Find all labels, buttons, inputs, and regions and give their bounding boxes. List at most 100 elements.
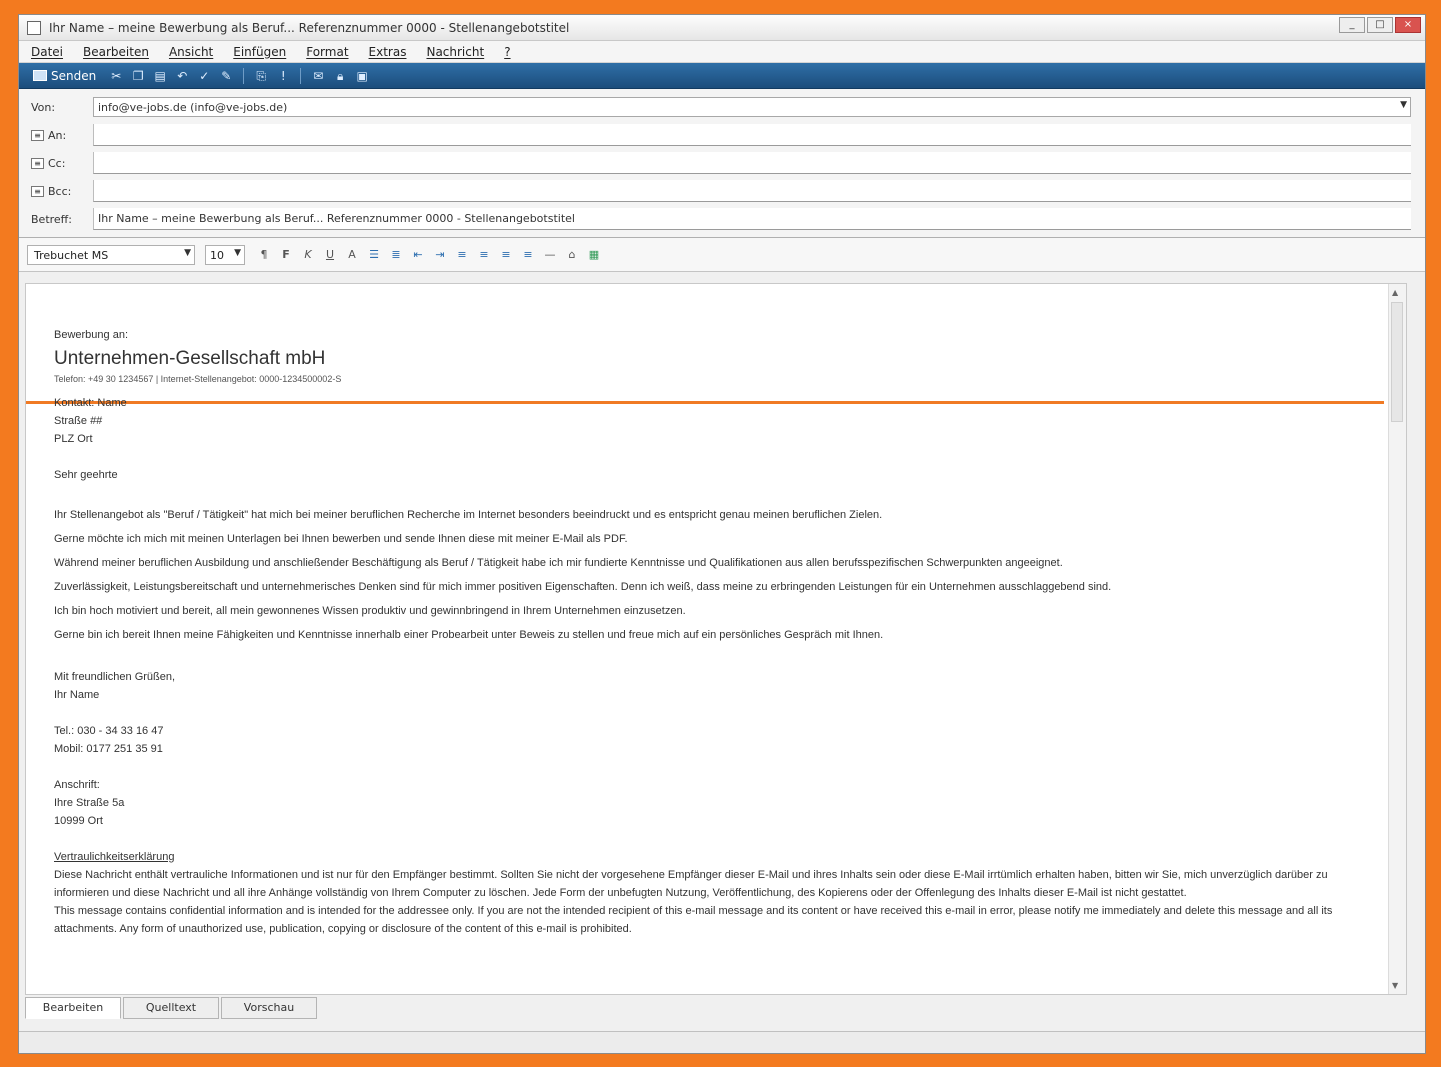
align-right-icon[interactable]: ≡ [497, 246, 515, 264]
confidentiality-title: Vertraulichkeitserklärung [54, 851, 175, 863]
menu-edit[interactable]: Bearbeiten [83, 45, 149, 59]
subject-input[interactable]: Ihr Name – meine Bewerbung als Beruf... … [93, 208, 1411, 230]
underline-icon[interactable]: U [321, 246, 339, 264]
title-bar[interactable]: Ihr Name – meine Bewerbung als Beruf... … [19, 15, 1425, 41]
insert-link-icon[interactable]: ⌂ [563, 246, 581, 264]
cc-label: Cc: [48, 156, 66, 170]
address-title: Anschrift: [54, 779, 100, 791]
close-button[interactable]: × [1395, 17, 1421, 33]
horizontal-line-icon[interactable]: — [541, 246, 559, 264]
from-value: info@ve-jobs.de (info@ve-jobs.de) [98, 101, 288, 114]
spell-icon[interactable]: ✎ [218, 68, 234, 84]
salutation: Sehr geehrte [54, 469, 118, 481]
bcc-row: ≡ Bcc: [19, 177, 1425, 205]
recipient-line: PLZ Ort [54, 433, 93, 445]
bcc-label: Bcc: [48, 184, 72, 198]
menu-view[interactable]: Ansicht [169, 45, 213, 59]
indent-icon[interactable]: ⇥ [431, 246, 449, 264]
confidentiality-en: This message contains confidential infor… [54, 905, 1333, 935]
menu-help[interactable]: ? [504, 45, 510, 59]
sign-icon[interactable]: ✉ [310, 68, 326, 84]
menu-message[interactable]: Nachricht [426, 45, 484, 59]
align-left-icon[interactable]: ≡ [453, 246, 471, 264]
menu-format[interactable]: Format [306, 45, 348, 59]
priority-icon[interactable]: ! [275, 68, 291, 84]
paragraph-style-icon[interactable]: ¶ [255, 246, 273, 264]
message-body-editor[interactable]: Bewerbung an: Unternehmen-Gesellschaft m… [25, 283, 1407, 995]
mail-compose-window: Ihr Name – meine Bewerbung als Beruf... … [18, 14, 1426, 1054]
scroll-up-icon[interactable]: ▲ [1392, 288, 1398, 297]
window-title: Ihr Name – meine Bewerbung als Beruf... … [49, 20, 570, 35]
to-input[interactable] [93, 124, 1411, 146]
encrypt-icon[interactable]: 🔒︎ [332, 68, 348, 84]
insert-image-icon[interactable]: ▦ [585, 246, 603, 264]
editor-tabs: Bearbeiten Quelltext Vorschau [25, 997, 319, 1021]
menu-tools[interactable]: Extras [369, 45, 407, 59]
cc-row: ≡ Cc: [19, 149, 1425, 177]
check-names-icon[interactable]: ✓ [196, 68, 212, 84]
to-label: An: [48, 128, 67, 142]
subject-label: Betreff: [31, 212, 72, 226]
paste-icon[interactable]: ▤ [152, 68, 168, 84]
address-book-icon: ≡ [31, 185, 44, 197]
bcc-input[interactable] [93, 180, 1411, 202]
address-line: Ihre Straße 5a [54, 797, 125, 809]
cc-input[interactable] [93, 152, 1411, 174]
scroll-thumb[interactable] [1391, 302, 1403, 422]
font-size-select[interactable]: 10 ▼ [205, 244, 245, 265]
numbered-list-icon[interactable]: ☰ [365, 246, 383, 264]
menu-insert[interactable]: Einfügen [233, 45, 286, 59]
tab-preview[interactable]: Vorschau [221, 997, 317, 1019]
body-paragraph: Während meiner beruflichen Ausbildung un… [54, 557, 1063, 569]
status-bar [19, 1031, 1425, 1053]
tab-source[interactable]: Quelltext [123, 997, 219, 1019]
app-icon [27, 20, 41, 35]
sender-name: Ihr Name [54, 689, 100, 701]
main-toolbar: Senden ✂ ❐ ▤ ↶ ✓ ✎ ⎘ ! ✉ 🔒︎ ▣ [19, 63, 1425, 89]
maximize-button[interactable]: □ [1367, 17, 1393, 33]
company-contact-info: Telefon: +49 30 1234567 | Internet-Stell… [54, 374, 342, 384]
bold-icon[interactable]: F [277, 246, 295, 264]
phone-line: Tel.: 030 - 34 33 16 47 [54, 725, 164, 737]
copy-icon[interactable]: ❐ [130, 68, 146, 84]
menu-file[interactable]: Datei [31, 45, 63, 59]
body-paragraph: Ihr Stellenangebot als "Beruf / Tätigkei… [54, 509, 883, 521]
align-center-icon[interactable]: ≡ [475, 246, 493, 264]
bullet-list-icon[interactable]: ≣ [387, 246, 405, 264]
justify-icon[interactable]: ≡ [519, 246, 537, 264]
to-label-wrap[interactable]: ≡ An: [19, 129, 93, 142]
send-button[interactable]: Senden [27, 67, 102, 85]
undo-icon[interactable]: ↶ [174, 68, 190, 84]
attach-icon[interactable]: ⎘ [253, 68, 269, 84]
window-controls: _ □ × [1339, 17, 1421, 33]
toolbar-separator [243, 67, 245, 84]
body-paragraph: Zuverlässigkeit, Leistungsbereitschaft u… [54, 581, 1112, 593]
body-paragraph: Ich bin hoch motiviert und bereit, all m… [54, 605, 686, 617]
closing-line: Mit freundlichen Grüßen, [54, 671, 176, 683]
toolbar-separator [300, 67, 302, 84]
body-paragraph: Gerne bin ich bereit Ihnen meine Fähigke… [54, 629, 884, 641]
cc-label-wrap[interactable]: ≡ Cc: [19, 157, 93, 170]
font-size-value: 10 [210, 248, 224, 262]
font-family-select[interactable]: Trebuchet MS ▼ [27, 244, 195, 265]
italic-icon[interactable]: K [299, 246, 317, 264]
body-paragraph: Gerne möchte ich mich mit meinen Unterla… [54, 533, 628, 545]
send-label: Senden [51, 68, 97, 83]
offline-icon[interactable]: ▣ [354, 68, 370, 84]
outdent-icon[interactable]: ⇤ [409, 246, 427, 264]
message-content: Bewerbung an: Unternehmen-Gesellschaft m… [54, 326, 1374, 938]
minimize-button[interactable]: _ [1339, 17, 1365, 33]
bcc-label-wrap[interactable]: ≡ Bcc: [19, 185, 93, 198]
from-row: Von: info@ve-jobs.de (info@ve-jobs.de) ▼ [19, 93, 1425, 121]
mobile-line: Mobil: 0177 251 35 91 [54, 743, 163, 755]
tab-edit[interactable]: Bearbeiten [25, 997, 121, 1019]
send-icon [33, 70, 47, 81]
from-label: Von: [31, 100, 56, 114]
cut-icon[interactable]: ✂ [108, 68, 124, 84]
from-select[interactable]: info@ve-jobs.de (info@ve-jobs.de) ▼ [93, 97, 1411, 117]
intro-line: Bewerbung an: [54, 329, 128, 341]
scroll-down-icon[interactable]: ▼ [1392, 981, 1398, 990]
font-color-icon[interactable]: A [343, 246, 361, 264]
recipient-line: Kontakt: Name [54, 397, 127, 409]
vertical-scrollbar[interactable]: ▲ ▼ [1388, 284, 1406, 994]
